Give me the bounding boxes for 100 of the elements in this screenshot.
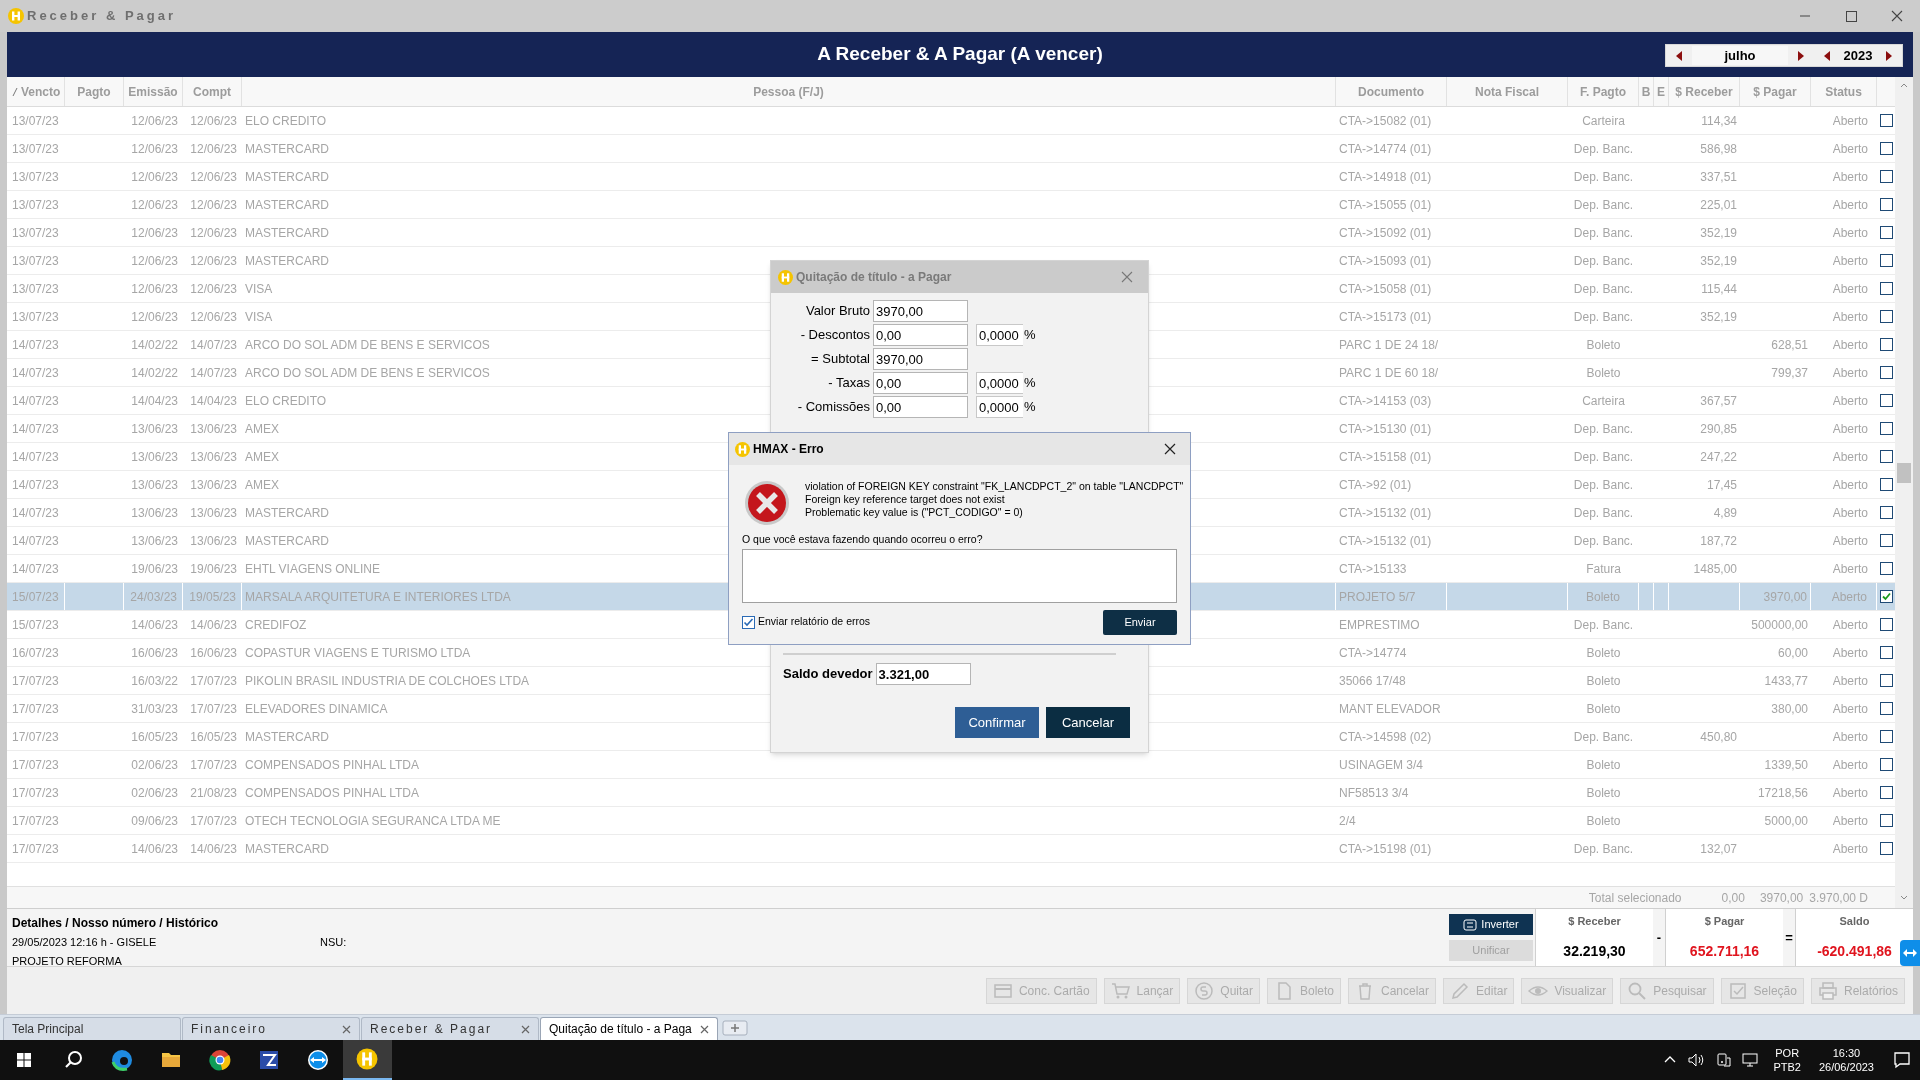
tab[interactable]: Financeiro	[182, 1017, 360, 1040]
confirm-button[interactable]: Confirmar	[955, 707, 1039, 738]
table-cell-text: MASTERCARD	[245, 728, 329, 746]
input-field[interactable]: 3.321,00	[875, 663, 971, 685]
table-cell-text: 02/06/23	[131, 784, 178, 802]
table-cell-text: 14/07/23	[12, 420, 59, 438]
table-cell-text: 14/06/23	[190, 616, 237, 634]
table-cell-text: 13/06/23	[131, 504, 178, 522]
table-cell-text: AMEX	[245, 476, 279, 494]
table-cell-text: Aberto	[1832, 812, 1868, 830]
input-field[interactable]: 3970,00	[873, 300, 968, 322]
column-header[interactable]: Compt	[193, 82, 231, 101]
close-icon[interactable]	[700, 1024, 709, 1034]
field-label: - Comissões	[796, 398, 871, 417]
column-header[interactable]: Pessoa (F/J)	[753, 82, 824, 101]
row-checkbox[interactable]	[1879, 338, 1893, 351]
total-value: 0,00	[1721, 889, 1745, 907]
table-cell-text: Aberto	[1832, 728, 1868, 746]
column-header[interactable]: Nota Fiscal	[1475, 82, 1539, 101]
row-checkbox[interactable]	[1879, 170, 1893, 183]
column-header[interactable]: Documento	[1358, 82, 1424, 101]
row-checkbox[interactable]	[1879, 814, 1893, 827]
column-header[interactable]: Emissão	[128, 82, 178, 101]
table-cell-text: CREDIFOZ	[245, 616, 307, 634]
keyboard-layout-label[interactable]: PTB2	[1773, 1060, 1801, 1074]
column-header[interactable]: $ Pagar	[1753, 82, 1797, 101]
column-header[interactable]: Status	[1825, 82, 1862, 101]
row-checkbox[interactable]	[1879, 646, 1893, 659]
table-cell-text: 337,51	[1700, 168, 1737, 186]
row-checkbox[interactable]	[1879, 142, 1893, 155]
table-cell-text: Dep. Banc.	[1573, 196, 1634, 214]
close-icon[interactable]	[1164, 443, 1176, 455]
table-cell-text: 1339,50	[1764, 756, 1808, 774]
row-checkbox[interactable]	[1879, 674, 1893, 687]
table-cell-text: 14/07/23	[190, 336, 237, 354]
row-checkbox[interactable]	[1879, 366, 1893, 379]
row-checkbox[interactable]	[1879, 114, 1893, 127]
row-checkbox[interactable]	[1879, 310, 1893, 323]
percent-field[interactable]: 0,0000	[976, 372, 1023, 394]
cancel-button[interactable]: Cancelar	[1046, 707, 1130, 738]
clock-date[interactable]: 26/06/2023	[1818, 1060, 1874, 1074]
input-field[interactable]: 0,00	[873, 396, 968, 418]
send-button[interactable]: Enviar	[1103, 609, 1177, 635]
input-field[interactable]: 3970,00	[873, 348, 968, 370]
scrollbar-thumb[interactable]	[1897, 463, 1911, 483]
table-cell-text: COMPENSADOS PINHAL LTDA	[245, 784, 420, 802]
tab[interactable]: Tela Principal	[3, 1017, 181, 1040]
answer-box[interactable]	[742, 548, 1177, 603]
row-checkbox[interactable]	[1879, 534, 1893, 547]
invert-button[interactable]: Inverter	[1449, 914, 1533, 935]
row-checkbox[interactable]	[1879, 562, 1893, 575]
row-checkbox[interactable]	[1879, 730, 1893, 743]
row-checkbox[interactable]	[1879, 590, 1893, 603]
device-icon[interactable]	[1715, 1052, 1732, 1068]
row-checkbox[interactable]	[1879, 254, 1893, 267]
row-checkbox[interactable]	[1879, 758, 1893, 771]
tab[interactable]: Receber & Pagar	[361, 1017, 539, 1040]
percent-field[interactable]: 0,0000	[976, 396, 1023, 418]
row-checkbox[interactable]	[1879, 226, 1893, 239]
row-checkbox[interactable]	[1879, 422, 1893, 435]
table-cell-text: Fatura	[1586, 560, 1621, 578]
network-icon[interactable]	[1741, 1052, 1760, 1068]
column-header[interactable]: B	[1641, 82, 1651, 101]
percent-field[interactable]: 0,0000	[976, 324, 1023, 346]
table-cell-text: Aberto	[1832, 476, 1868, 494]
table-cell-text: Dep. Banc.	[1573, 420, 1634, 438]
printer-icon	[1817, 980, 1838, 1001]
row-checkbox[interactable]	[1879, 506, 1893, 519]
notification-icon[interactable]	[1892, 1050, 1912, 1070]
input-field[interactable]: 0,00	[873, 324, 968, 346]
tab[interactable]: Quitação de título - a Paga	[540, 1017, 718, 1040]
row-checkbox[interactable]	[1879, 450, 1893, 463]
details-title: Detalhes / Nosso número / Histórico	[12, 915, 220, 932]
table-cell-text: CTA->15130 (01)	[1339, 420, 1432, 438]
table-cell-text: 12/06/23	[131, 252, 178, 270]
new-tab-icon[interactable]	[722, 1019, 748, 1037]
report-checkbox[interactable]	[742, 615, 755, 629]
app-logo-icon[interactable]	[343, 1040, 392, 1080]
column-header[interactable]: F. Pagto	[1580, 82, 1626, 101]
speaker-icon[interactable]	[1687, 1052, 1706, 1068]
row-checkbox[interactable]	[1879, 618, 1893, 631]
table-cell-text: Boleto	[1586, 812, 1621, 830]
row-checkbox[interactable]	[1879, 786, 1893, 799]
row-checkbox[interactable]	[1879, 842, 1893, 855]
table-cell-text: 14/07/23	[12, 504, 59, 522]
language-label[interactable]: POR	[1775, 1046, 1800, 1060]
scrollbar[interactable]	[1895, 77, 1913, 908]
table-cell-text: 16/07/23	[12, 644, 59, 662]
remote-widget-button[interactable]	[1900, 940, 1920, 966]
row-checkbox[interactable]	[1879, 394, 1893, 407]
clock-time[interactable]: 16:30	[1832, 1046, 1861, 1060]
column-header[interactable]: E	[1657, 82, 1665, 101]
row-checkbox[interactable]	[1879, 282, 1893, 295]
input-field[interactable]: 0,00	[873, 372, 968, 394]
column-header[interactable]: $ Receber	[1675, 82, 1733, 101]
row-checkbox[interactable]	[1879, 198, 1893, 211]
column-header[interactable]: Vencto	[21, 82, 61, 101]
row-checkbox[interactable]	[1879, 702, 1893, 715]
column-header[interactable]: Pagto	[77, 82, 111, 101]
row-checkbox[interactable]	[1879, 478, 1893, 491]
